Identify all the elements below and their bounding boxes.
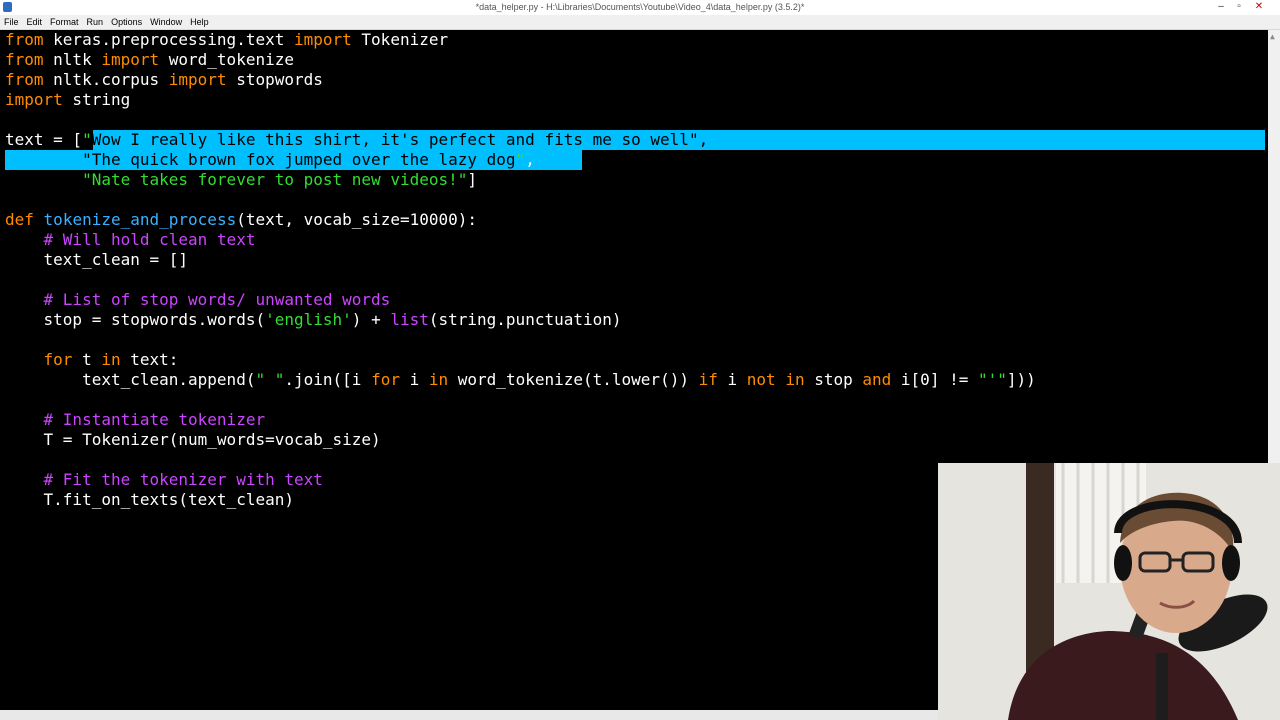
code-line: # Will hold clean text [43, 230, 256, 249]
code-line: # List of stop words/ unwanted words [43, 290, 391, 309]
code-line: text_clean.append(" ".join([i for i in w… [5, 370, 1036, 389]
code-line: T = Tokenizer(num_words=vocab_size) [5, 430, 381, 449]
code-line: from nltk import word_tokenize [5, 50, 294, 69]
maximize-icon[interactable]: ▫ [1230, 0, 1248, 14]
code-line: for t in text: [43, 350, 179, 369]
code-line: text_clean = [] [5, 250, 189, 269]
scroll-up-icon[interactable]: ▲ [1270, 32, 1275, 41]
code-line: # Instantiate tokenizer [43, 410, 266, 429]
webcam-overlay [938, 463, 1280, 720]
menu-run[interactable]: Run [83, 15, 108, 27]
menu-help[interactable]: Help [186, 15, 213, 27]
code-line: stop = stopwords.words('english') + list… [5, 310, 622, 329]
menu-window[interactable]: Window [146, 15, 186, 27]
code-line: from nltk.corpus import stopwords [5, 70, 323, 89]
code-line: text = ["Wow I really like this shirt, i… [5, 130, 709, 149]
menu-options[interactable]: Options [107, 15, 146, 27]
code-line: "Nate takes forever to post new videos!"… [82, 170, 478, 189]
title-bar: *data_helper.py - H:\Libraries\Documents… [0, 0, 1280, 15]
code-line: from keras.preprocessing.text import Tok… [5, 30, 449, 49]
webcam-person-image [938, 463, 1280, 720]
code-line: def tokenize_and_process(text, vocab_siz… [5, 210, 478, 229]
code-line: import string [5, 90, 131, 109]
menu-edit[interactable]: Edit [23, 15, 47, 27]
code-line: # Fit the tokenizer with text [43, 470, 323, 489]
window-title: *data_helper.py - H:\Libraries\Documents… [475, 2, 805, 12]
close-icon[interactable]: ✕ [1250, 0, 1268, 14]
menu-bar: File Edit Format Run Options Window Help [0, 15, 1280, 30]
minimize-icon[interactable]: – [1212, 0, 1230, 14]
code-line: T.fit_on_texts(text_clean) [5, 490, 294, 509]
menu-format[interactable]: Format [46, 15, 83, 27]
menu-file[interactable]: File [0, 15, 23, 27]
code-line: "The quick brown fox jumped over the laz… [82, 150, 535, 169]
